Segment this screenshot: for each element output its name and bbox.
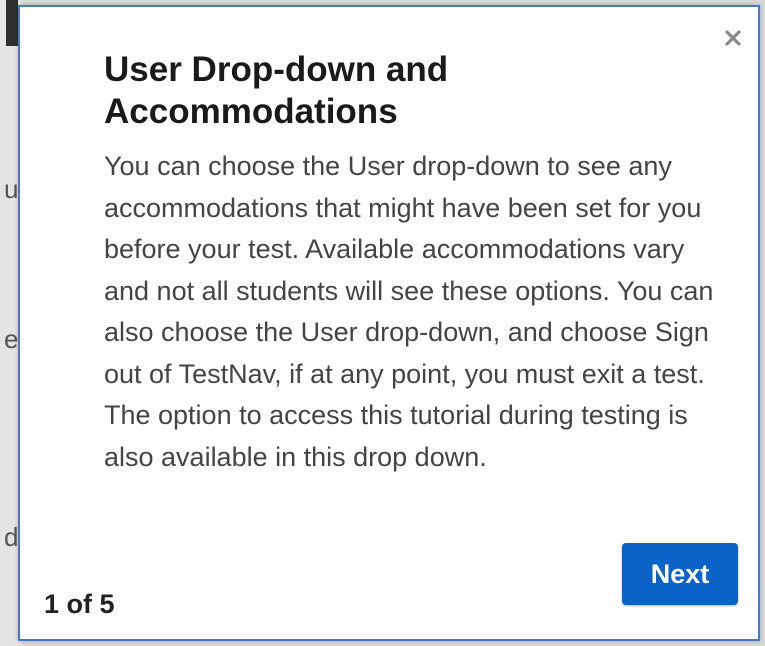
- tutorial-dialog: User Drop-down and Accommodations You ca…: [18, 5, 760, 641]
- background-text-fragment: e: [4, 324, 19, 354]
- tutorial-screen: u e d User Drop-down and Accommodations …: [0, 0, 765, 646]
- dialog-title: User Drop-down and Accommodations: [104, 50, 449, 131]
- next-button[interactable]: Next: [622, 543, 738, 605]
- background-text-fragment: u: [4, 174, 19, 204]
- page-indicator: 1 of 5: [44, 589, 115, 619]
- close-icon: [725, 30, 741, 46]
- dialog-body-text: You can choose the User drop-down to see…: [104, 151, 714, 472]
- background-text-fragment: d: [4, 522, 19, 552]
- close-button[interactable]: [720, 25, 746, 51]
- background-header-bar: [6, 0, 18, 46]
